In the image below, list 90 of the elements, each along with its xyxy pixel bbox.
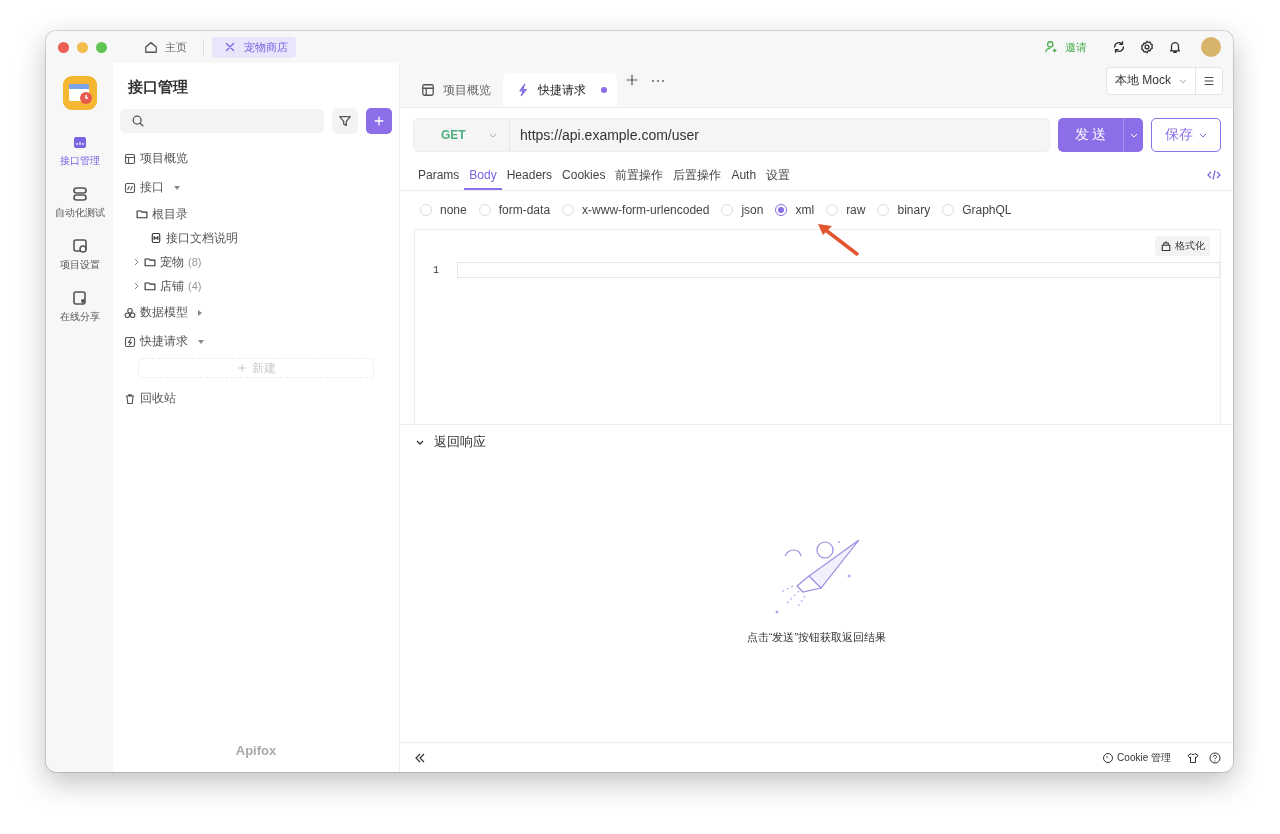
annotation-arrow [815, 222, 861, 258]
radio-option[interactable]: xml [775, 203, 815, 217]
radio-option[interactable]: raw [826, 203, 866, 217]
tab[interactable]: 前置操作 [610, 162, 669, 190]
tree-item[interactable]: 数据模型 [120, 298, 392, 327]
folder-icon [144, 256, 156, 268]
app-logo [62, 76, 97, 110]
nav-item[interactable]: 自动化测试 [54, 186, 105, 220]
tab[interactable]: Params [413, 162, 465, 190]
api-icon [124, 181, 136, 194]
collapse-left-icon[interactable] [414, 751, 426, 764]
cubes-icon [124, 306, 136, 319]
chevron-down-icon [1129, 131, 1138, 139]
shirt-icon[interactable] [1187, 751, 1199, 764]
trash-icon [124, 392, 136, 405]
plus-icon [372, 114, 386, 128]
filter-icon [338, 114, 352, 128]
folder-icon [136, 208, 148, 220]
cookie-button[interactable]: Cookie 管理 [1096, 749, 1177, 766]
triangle-right-icon[interactable] [198, 309, 202, 316]
brand-logo-text: Apifox [234, 743, 278, 758]
tree-item[interactable]: 快捷请求 [120, 327, 392, 356]
avatar[interactable] [1201, 37, 1221, 57]
api-icon [71, 134, 88, 150]
more-icon[interactable] [651, 79, 665, 83]
tree-item[interactable]: 回收站 [120, 384, 392, 413]
radio-option[interactable]: none [420, 203, 467, 217]
folder-icon [144, 280, 156, 292]
bell-icon[interactable] [1168, 40, 1182, 54]
tab[interactable]: Cookies [557, 162, 611, 190]
tree-item[interactable]: 宠物 (8) [120, 250, 392, 274]
radio-option[interactable]: form-data [478, 203, 551, 217]
line-number: 1 [432, 264, 440, 276]
nav-item[interactable]: 项目设置 [59, 238, 100, 272]
item-count: (4) [188, 280, 202, 292]
window-tab[interactable]: 主页 [133, 36, 195, 58]
tab[interactable]: 设置 [761, 162, 796, 190]
layout-icon [421, 83, 435, 97]
search-field[interactable] [120, 109, 324, 133]
triangle-down-icon[interactable] [174, 185, 180, 190]
close-icon [223, 40, 237, 54]
search-icon [131, 114, 145, 128]
code-line-field[interactable] [457, 262, 1220, 278]
item-count: (8) [188, 256, 202, 268]
lightning-icon [516, 83, 530, 97]
window-tab[interactable]: 宠物商店 [212, 36, 296, 58]
triangle-down-icon[interactable] [198, 339, 204, 344]
tree-item[interactable]: 根目录 [120, 202, 392, 226]
save-button[interactable]: 保存 [1151, 118, 1221, 152]
stack-icon [71, 186, 88, 202]
format-button[interactable]: 格式化 [1155, 236, 1210, 256]
tab[interactable]: 后置操作 [668, 162, 727, 190]
tab[interactable]: Auth [726, 162, 762, 190]
chevron-down-icon [489, 131, 497, 139]
home-icon [144, 40, 158, 54]
lightning-icon [124, 335, 136, 348]
radio-option[interactable]: binary [877, 203, 931, 217]
radio-option[interactable]: x-www-form-urlencoded [562, 203, 710, 217]
tree-item[interactable]: 项目概览 [120, 144, 392, 173]
cookie-icon [1102, 751, 1115, 764]
help-icon[interactable] [1209, 751, 1221, 764]
document-icon [150, 232, 162, 244]
chevron-right-icon[interactable] [132, 282, 140, 290]
code-icon[interactable] [1207, 169, 1221, 181]
tab[interactable]: 项目概览 [408, 73, 501, 107]
nav-item[interactable]: 接口管理 [59, 134, 100, 168]
layout-icon [124, 152, 136, 165]
url-field[interactable]: GET https://api.example.com/user [413, 118, 1050, 152]
plus-icon[interactable] [625, 73, 639, 87]
response-header[interactable]: 返回响应 [400, 425, 1233, 459]
radio-option[interactable]: GraphQL [942, 203, 1012, 217]
radio-option[interactable]: json [721, 203, 764, 217]
tab[interactable]: Body [464, 162, 502, 190]
user-plus-icon [1045, 40, 1059, 54]
tree-item[interactable]: 接口 [120, 173, 392, 202]
filter-button[interactable] [332, 108, 358, 134]
plus-icon [236, 362, 248, 374]
sync-icon[interactable] [1112, 40, 1126, 54]
tab[interactable]: 快捷请求 [503, 73, 617, 107]
tab[interactable]: Headers [501, 162, 558, 190]
chevron-right-icon[interactable] [132, 258, 140, 266]
window-control-button[interactable] [96, 41, 107, 53]
tree-item[interactable]: 店铺 (4) [120, 274, 392, 298]
add-button[interactable] [366, 108, 392, 134]
panel-title: 接口管理 [128, 78, 189, 97]
tree-item[interactable]: 接口文档说明 [120, 226, 392, 250]
chevron-down-icon [1199, 131, 1207, 139]
nav-item[interactable]: 在线分享 [59, 290, 100, 324]
window-control-button[interactable] [58, 41, 69, 53]
empty-state-text: 点击“发送”按钮获取返回结果 [746, 630, 887, 645]
